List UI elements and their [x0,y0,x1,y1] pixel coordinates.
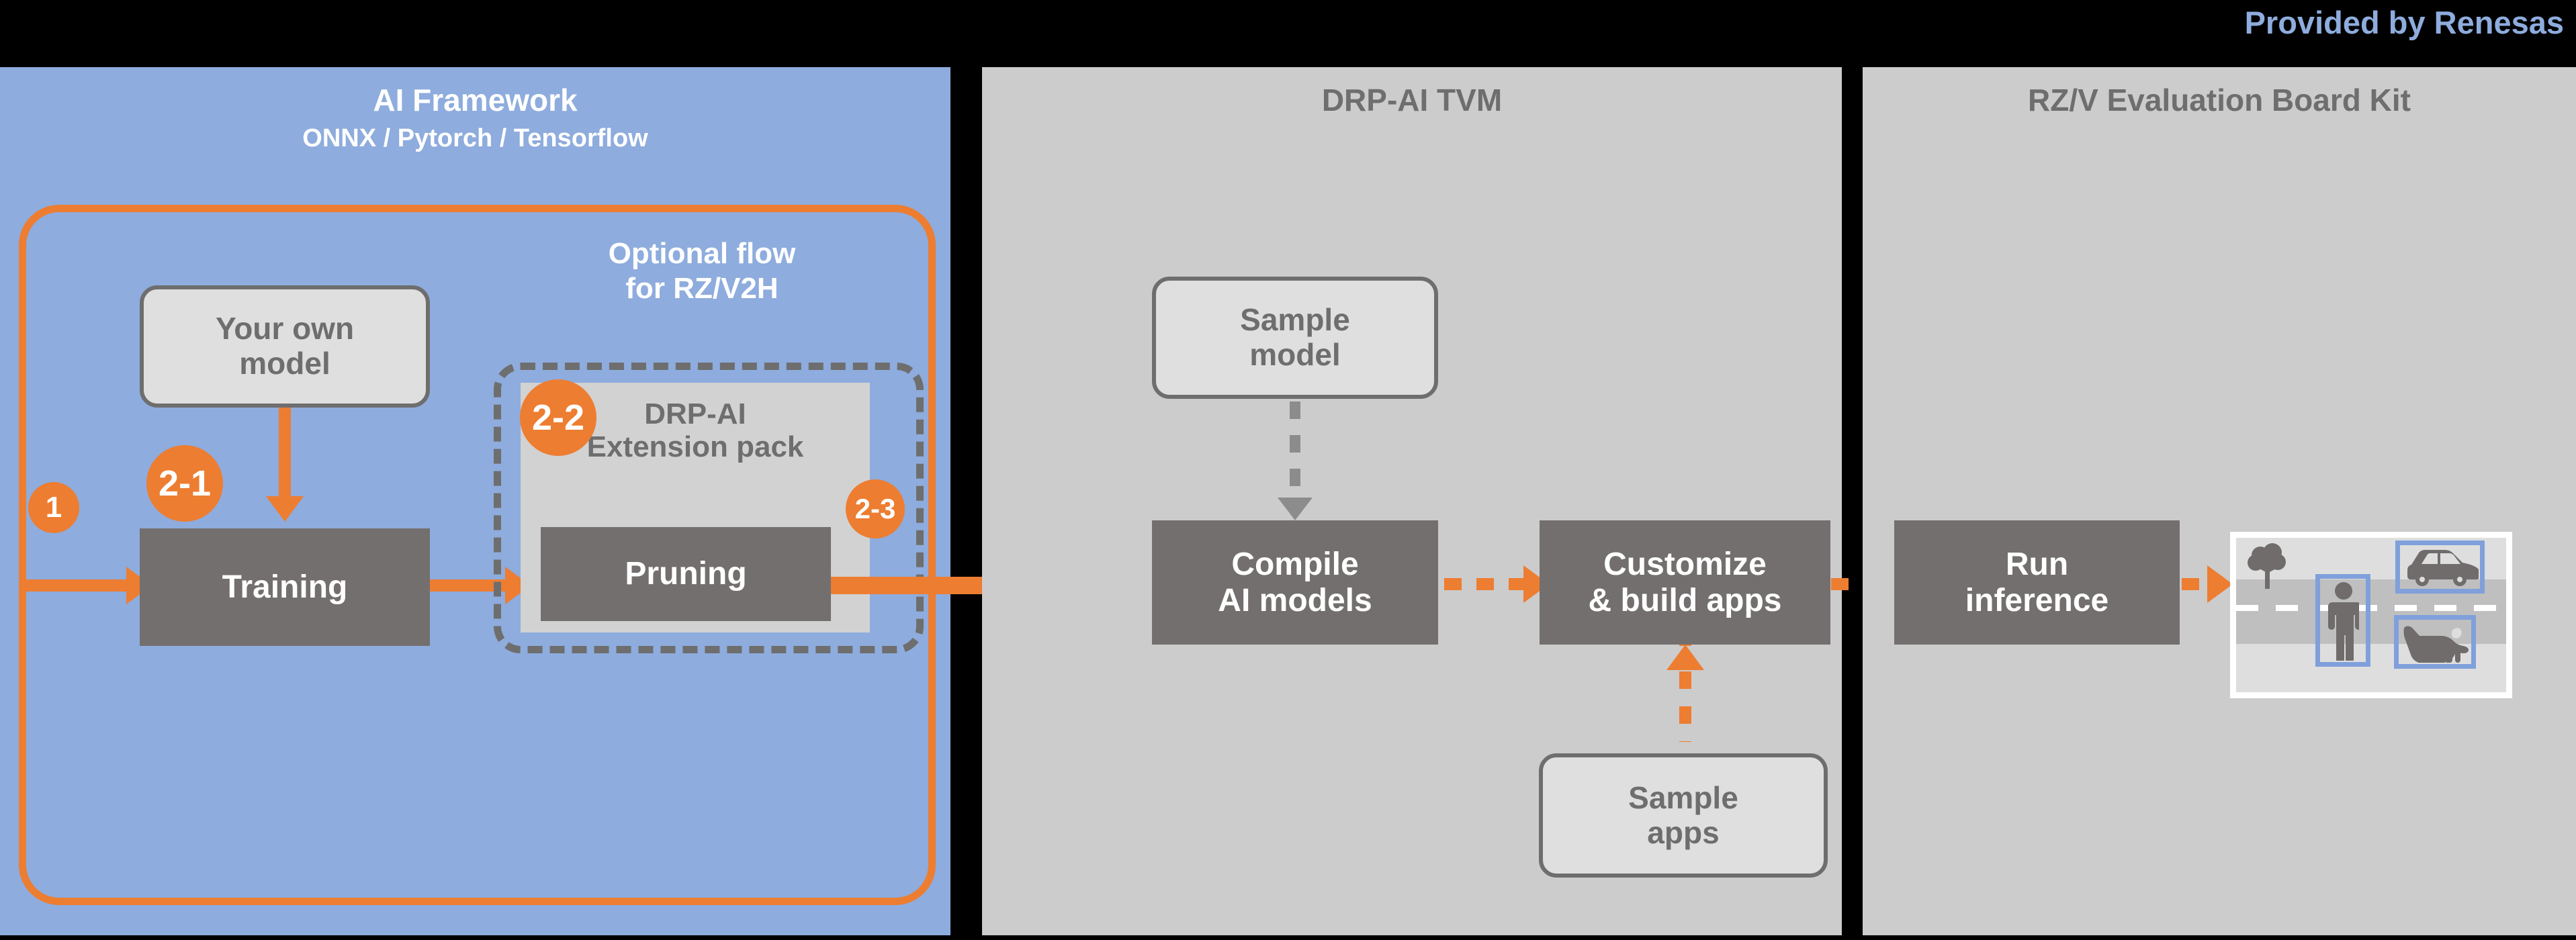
sample-apps-label: Sample apps [1628,780,1738,850]
arrow-head [1667,645,1704,670]
run-inference-box[interactable]: Run inference [1894,520,2180,645]
your-own-model-label: Your own model [215,311,355,381]
panel-ai-framework-title: AI Framework [373,83,578,117]
tree-icon [2248,543,2286,589]
optional-flow-label-line1: Optional flow [608,237,796,270]
diagram-canvas: Provided by Renesas AI Framework ONNX / … [0,0,2576,940]
sample-apps-box[interactable]: Sample apps [1539,753,1828,878]
badge-step-2-1[interactable]: 2-1 [146,445,223,522]
provided-by-renesas-label: Provided by Renesas [2244,5,2564,40]
customize-build-apps-box[interactable]: Customize & build apps [1540,520,1830,645]
road-center-line [2236,605,2506,611]
dashed-arrow-head [1278,498,1313,520]
run-inference-label: Run inference [1965,546,2109,618]
sample-model-box[interactable]: Sample model [1152,277,1438,399]
dog-icon [2403,626,2469,663]
car-icon [2407,550,2479,586]
dashed-arrow-sample-model-to-compile [1290,402,1300,499]
arrow-head [2207,565,2233,603]
person-icon [2328,582,2359,661]
training-box[interactable]: Training [140,528,430,646]
arrow-shaft [279,408,291,496]
inference-scene [2236,538,2506,692]
dotted-arrow-compile-to-customize [1444,578,1523,590]
dotted-arrow-sample-apps-to-customize [1679,671,1691,742]
panel-drp-ai-tvm-title: DRP-AI TVM [1321,83,1503,117]
customize-build-apps-label: Customize & build apps [1588,546,1782,618]
arrow-head [266,496,304,522]
panel-rzv-eval-board-title: RZ/V Evaluation Board Kit [2028,83,2411,117]
pruning-label: Pruning [625,556,747,592]
sample-model-label: Sample model [1240,302,1350,372]
badge-step-2-2[interactable]: 2-2 [520,379,596,456]
training-label: Training [222,569,348,605]
arrow-shaft [19,579,126,592]
compile-ai-models-label: Compile AI models [1218,546,1372,618]
compile-ai-models-box[interactable]: Compile AI models [1152,520,1438,645]
optional-flow-label-line2: for RZ/V2H [625,271,779,305]
badge-step-2-3[interactable]: 2-3 [846,479,905,538]
optional-flow-label: Optional flow for RZ/V2H [544,236,860,306]
panel-ai-framework-subtitle: ONNX / Pytorch / Tensorflow [302,124,648,152]
panel-rzv-eval-board: RZ/V Evaluation Board Kit [1863,67,2576,935]
your-own-model-box[interactable]: Your own model [140,285,430,408]
badge-step-1[interactable]: 1 [28,482,79,533]
inference-result-image [2230,532,2512,698]
pruning-box[interactable]: Pruning [541,527,831,621]
